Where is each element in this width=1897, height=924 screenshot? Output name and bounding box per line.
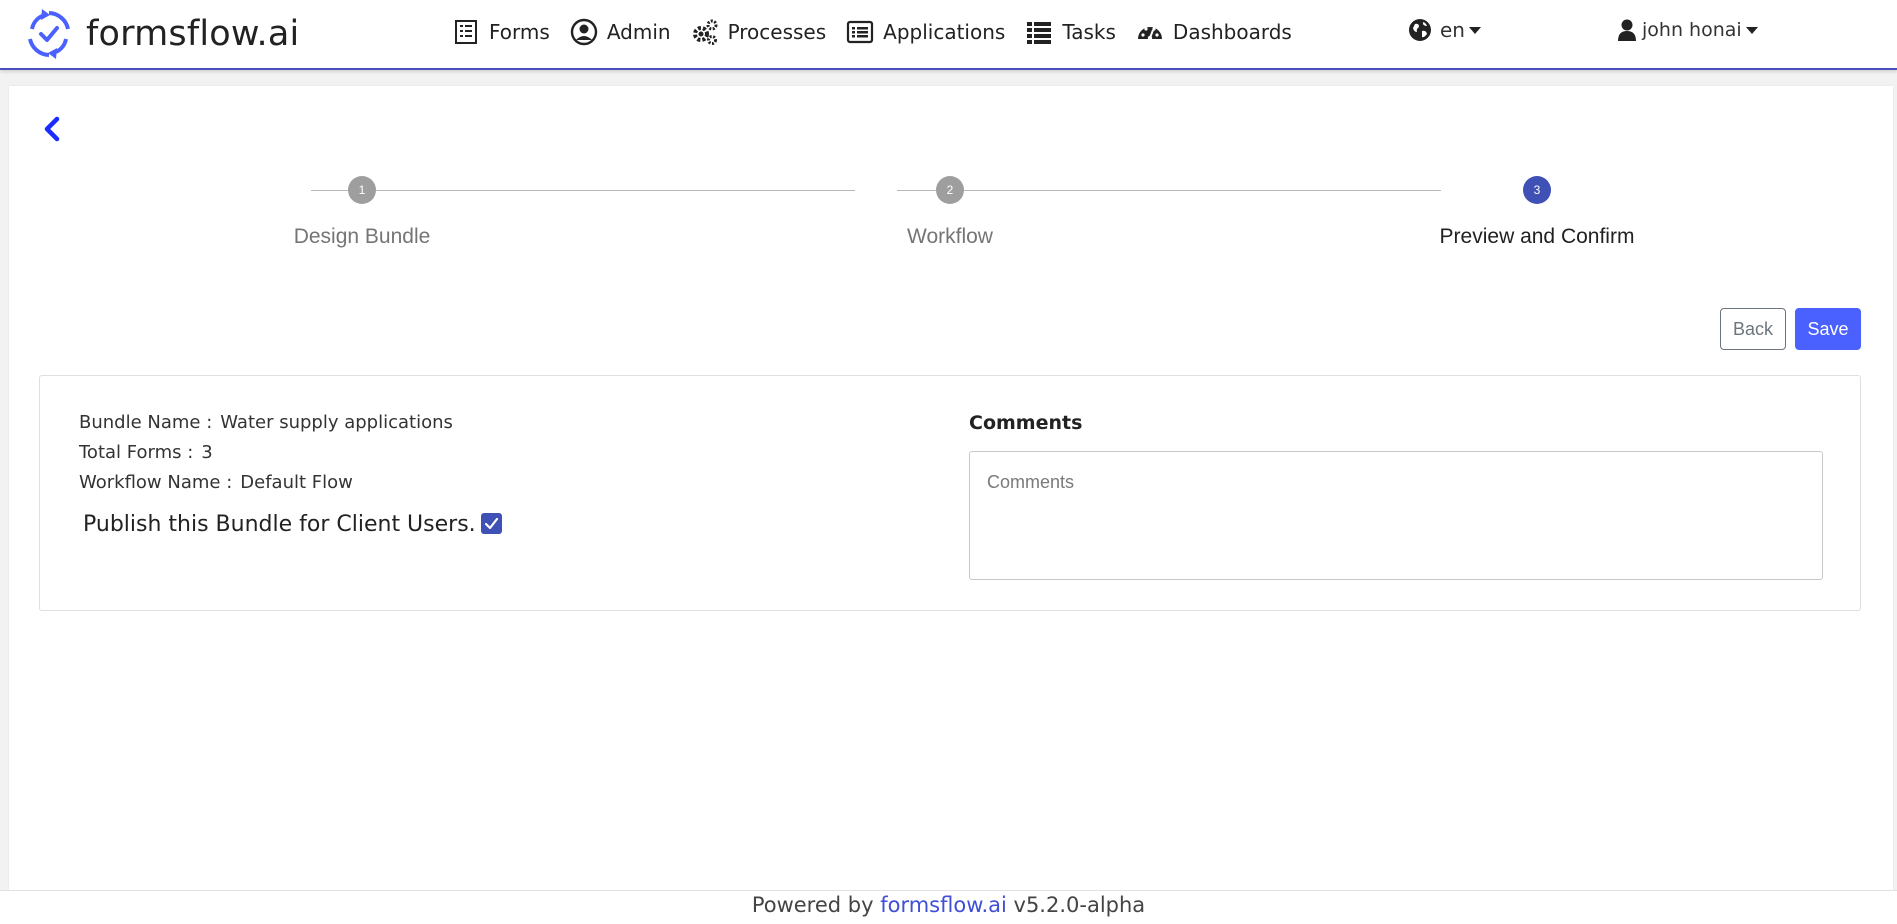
- bundle-summary-panel: Bundle Name : Water supply applications T…: [39, 375, 1861, 611]
- list-alt-icon: [847, 20, 874, 44]
- total-forms-label: Total Forms :: [79, 442, 194, 463]
- chevron-down-icon: [1468, 26, 1481, 34]
- forms-icon: [455, 20, 477, 44]
- user-circle-icon: [570, 18, 598, 46]
- tachometer-icon: [1137, 27, 1162, 41]
- comments-label: Comments: [969, 412, 1083, 434]
- nav-label-tasks: Tasks: [1062, 20, 1116, 44]
- bundle-name-value: Water supply applications: [220, 412, 453, 433]
- step-3-label: Preview and Confirm: [1439, 225, 1635, 248]
- publish-option: Publish this Bundle for Client Users.: [83, 512, 502, 537]
- bundle-name-row: Bundle Name : Water supply applications: [79, 412, 453, 433]
- step-2-label: Workflow: [907, 225, 993, 248]
- language-dropdown[interactable]: en: [1408, 18, 1481, 42]
- step-2-number[interactable]: 2: [936, 176, 964, 204]
- nav-item-applications[interactable]: Applications: [846, 18, 1005, 46]
- globe-icon: [1409, 19, 1431, 41]
- top-navbar: formsflow.ai Forms Admin Processes Appli…: [0, 0, 1897, 70]
- nav-label-applications: Applications: [883, 20, 1006, 44]
- workflow-name-row: Workflow Name : Default Flow: [79, 472, 353, 493]
- bundle-name-label: Bundle Name :: [79, 412, 213, 433]
- footer-link[interactable]: formsflow.ai: [880, 893, 1007, 917]
- publish-label: Publish this Bundle for Client Users.: [83, 512, 476, 537]
- nav-item-dashboards[interactable]: Dashboards: [1136, 18, 1292, 46]
- checkmark-icon: [484, 517, 498, 529]
- step-1-number[interactable]: 1: [348, 176, 376, 204]
- workflow-name-value: Default Flow: [240, 472, 353, 493]
- step-connector: [897, 190, 1441, 191]
- nav-item-tasks[interactable]: Tasks: [1025, 18, 1116, 46]
- brand-name: formsflow.ai: [86, 14, 300, 54]
- main-nav: Forms Admin Processes Applications Tasks…: [452, 12, 1312, 52]
- nav-label-forms: Forms: [489, 20, 550, 44]
- total-forms-row: Total Forms : 3: [79, 442, 213, 463]
- formsflow-logo-icon: [28, 9, 70, 59]
- chevron-left-icon[interactable]: [39, 114, 63, 144]
- nav-item-forms[interactable]: Forms: [452, 18, 550, 46]
- nav-item-processes[interactable]: Processes: [691, 18, 827, 46]
- footer-prefix: Powered by: [751, 893, 874, 917]
- user-name: john honai: [1642, 19, 1742, 41]
- nav-label-dashboards: Dashboards: [1172, 20, 1292, 44]
- step-connector: [311, 190, 855, 191]
- user-menu-dropdown[interactable]: john honai: [1617, 18, 1758, 42]
- step-1-label: Design Bundle: [293, 225, 431, 248]
- chevron-down-icon: [1745, 26, 1758, 34]
- workflow-name-label: Workflow Name :: [79, 472, 233, 493]
- language-label: en: [1440, 18, 1465, 42]
- publish-checkbox[interactable]: [480, 512, 502, 534]
- main-card: 1 Design Bundle 2 Workflow 3 Preview and…: [9, 86, 1893, 890]
- nav-label-admin: Admin: [606, 20, 671, 44]
- footer-version: v5.2.0-alpha: [1013, 893, 1146, 917]
- total-forms-value: 3: [201, 442, 213, 463]
- nav-item-admin[interactable]: Admin: [570, 18, 671, 46]
- user-icon: [1618, 19, 1636, 41]
- cogs-icon: [692, 19, 718, 45]
- back-button[interactable]: Back: [1720, 308, 1786, 350]
- nav-label-processes: Processes: [727, 20, 827, 44]
- comments-textarea[interactable]: [969, 451, 1823, 580]
- save-button[interactable]: Save: [1795, 308, 1861, 350]
- footer: Powered by formsflow.ai v5.2.0-alpha: [0, 890, 1897, 924]
- list-icon: [1027, 22, 1052, 44]
- step-3-number[interactable]: 3: [1523, 176, 1551, 204]
- brand-logo-link[interactable]: formsflow.ai: [26, 4, 299, 64]
